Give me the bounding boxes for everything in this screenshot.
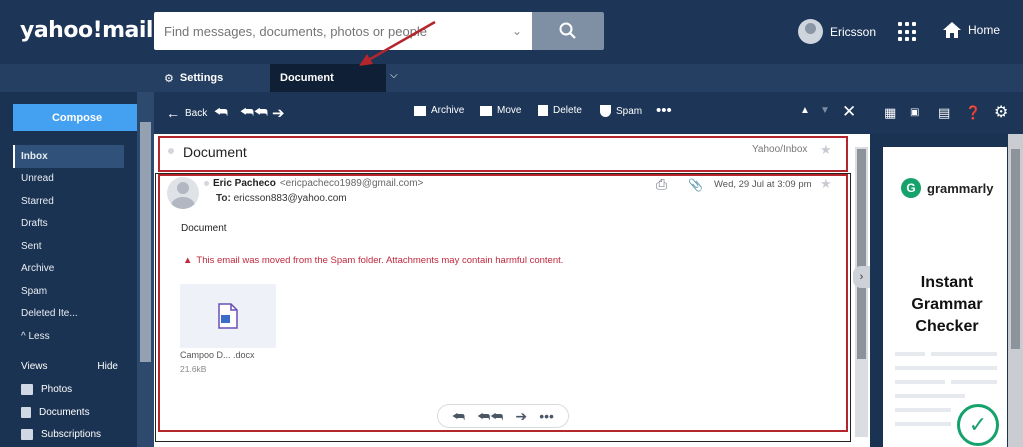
tab-strip: ⚙ Settings Document ⌵ bbox=[0, 64, 1023, 92]
sidebar-item-spam[interactable]: Spam bbox=[13, 280, 124, 303]
views-label: Views bbox=[21, 361, 48, 372]
collapse-panel-chevron-icon[interactable]: › bbox=[853, 266, 870, 288]
back-label: Back bbox=[185, 107, 208, 119]
sidebar-item-unread[interactable]: Unread bbox=[13, 168, 124, 191]
tab-settings-label: Settings bbox=[179, 72, 224, 84]
annotation-box-message bbox=[158, 174, 848, 432]
sidebar-item-deleted[interactable]: Deleted Ite... bbox=[13, 303, 124, 326]
ad-decoration bbox=[895, 366, 997, 370]
tabs-more-chevron-icon[interactable]: ⌵ bbox=[390, 70, 398, 81]
ad-headline-line: Checker bbox=[915, 318, 979, 335]
home-label: Home bbox=[968, 23, 1001, 37]
ad-decoration bbox=[895, 352, 925, 356]
compose-button[interactable]: Compose bbox=[13, 104, 141, 131]
sidebar-item-less[interactable]: ^ Less bbox=[13, 325, 124, 348]
document-icon bbox=[21, 407, 31, 418]
yahoo-mail-logo[interactable]: yahoo!mail bbox=[20, 18, 153, 43]
reply-icon[interactable]: ⮪ bbox=[214, 104, 228, 121]
archive-icon bbox=[414, 105, 426, 116]
sidebar-item-archive[interactable]: Archive bbox=[13, 258, 124, 281]
chevron-down-icon[interactable]: ⌄ bbox=[512, 24, 522, 38]
top-bar: yahoo!mail ⌄ Ericsson Home bbox=[0, 0, 1023, 64]
move-button[interactable]: Move bbox=[480, 105, 521, 116]
move-folder-icon bbox=[480, 105, 492, 116]
search-button[interactable] bbox=[532, 12, 604, 50]
views-subscriptions-label: Subscriptions bbox=[41, 429, 102, 440]
ad-decoration bbox=[895, 380, 945, 384]
ad-headline-line: Grammar bbox=[911, 296, 983, 313]
gear-icon: ⚙ bbox=[164, 72, 174, 85]
tab-document[interactable]: Document bbox=[270, 64, 386, 92]
previous-message-icon[interactable]: ▲ bbox=[800, 105, 810, 116]
views-hide-link[interactable]: Hide bbox=[97, 361, 118, 372]
grammarly-brand[interactable]: G grammarly bbox=[901, 178, 993, 198]
settings-gear-icon[interactable]: ⚙ bbox=[994, 102, 1008, 122]
notepad-icon[interactable]: ▤ bbox=[938, 105, 950, 121]
sidebar-item-photos[interactable]: Photos bbox=[21, 384, 72, 395]
photo-icon bbox=[21, 384, 33, 395]
contacts-icon[interactable]: ▦ bbox=[884, 105, 896, 121]
archive-button[interactable]: Archive bbox=[414, 105, 464, 116]
home-icon bbox=[943, 22, 961, 38]
search-icon bbox=[559, 22, 576, 39]
message-toolbar: ← Back ⮪ ⮪⮪ ➔ Archive Move Delete Spam •… bbox=[154, 92, 870, 134]
tab-document-label: Document bbox=[280, 72, 334, 84]
right-rail-toolbar: ▦ ▣ ▤ ❓ ⚙ bbox=[870, 92, 1023, 134]
ad-decoration bbox=[895, 394, 965, 398]
ad-decoration bbox=[951, 380, 997, 384]
sidebar-item-subscriptions[interactable]: Subscriptions bbox=[21, 429, 101, 440]
views-photos-label: Photos bbox=[41, 384, 73, 395]
apps-grid-icon[interactable] bbox=[898, 22, 918, 42]
spam-button[interactable]: Spam bbox=[600, 105, 642, 117]
forward-icon[interactable]: ➔ bbox=[272, 104, 285, 122]
ad-decoration bbox=[895, 422, 951, 426]
spam-label: Spam bbox=[616, 105, 643, 117]
sidebar-item-starred[interactable]: Starred bbox=[13, 190, 124, 213]
calendar-icon[interactable]: ▣ bbox=[910, 107, 919, 118]
checkmark-icon: ✓ bbox=[957, 404, 999, 446]
views-documents-label: Documents bbox=[39, 407, 90, 418]
arrow-left-icon: ← bbox=[166, 105, 180, 121]
ad-decoration bbox=[931, 352, 997, 356]
folder-list: Inbox Unread Starred Drafts Sent Archive… bbox=[13, 145, 124, 348]
more-options-icon[interactable]: ••• bbox=[656, 102, 672, 119]
sidebar-scrollbar[interactable] bbox=[137, 92, 154, 447]
views-header: Views Hide bbox=[21, 361, 118, 372]
ad-headline[interactable]: Instant Grammar Checker bbox=[895, 272, 999, 338]
ad-headline-line: Instant bbox=[920, 274, 974, 291]
tab-settings[interactable]: ⚙ Settings bbox=[154, 64, 270, 92]
message-scrollbar[interactable] bbox=[855, 147, 868, 437]
subscriptions-icon bbox=[21, 429, 33, 440]
home-link[interactable]: Home bbox=[942, 21, 1000, 39]
sidebar-item-inbox[interactable]: Inbox bbox=[13, 145, 124, 168]
next-message-icon[interactable]: ▼ bbox=[820, 105, 830, 116]
delete-button[interactable]: Delete bbox=[538, 105, 582, 116]
user-menu[interactable]: Ericsson bbox=[798, 19, 876, 44]
annotation-box-subject bbox=[158, 136, 848, 172]
search-box: ⌄ bbox=[154, 12, 532, 50]
grammarly-name: grammarly bbox=[927, 180, 994, 196]
avatar bbox=[798, 19, 823, 44]
back-button[interactable]: ← Back bbox=[166, 105, 207, 121]
grammarly-logo-icon: G bbox=[901, 178, 921, 198]
shield-icon bbox=[600, 105, 611, 117]
archive-label: Archive bbox=[431, 105, 465, 116]
reply-all-icon[interactable]: ⮪⮪ bbox=[240, 104, 268, 121]
ad-decoration bbox=[895, 408, 951, 412]
sidebar-item-drafts[interactable]: Drafts bbox=[13, 213, 124, 236]
delete-label: Delete bbox=[553, 105, 582, 116]
right-rail-scrollbar[interactable] bbox=[1008, 134, 1023, 447]
trash-icon bbox=[538, 105, 548, 116]
user-name: Ericsson bbox=[830, 24, 877, 39]
move-label: Move bbox=[497, 105, 522, 116]
sidebar-item-documents[interactable]: Documents bbox=[21, 407, 90, 418]
search-input[interactable] bbox=[154, 12, 494, 50]
sidebar-item-sent[interactable]: Sent bbox=[13, 235, 124, 258]
help-icon[interactable]: ❓ bbox=[965, 105, 981, 121]
left-sidebar: Compose Inbox Unread Starred Drafts Sent… bbox=[0, 92, 141, 447]
close-icon[interactable]: ✕ bbox=[842, 102, 856, 122]
